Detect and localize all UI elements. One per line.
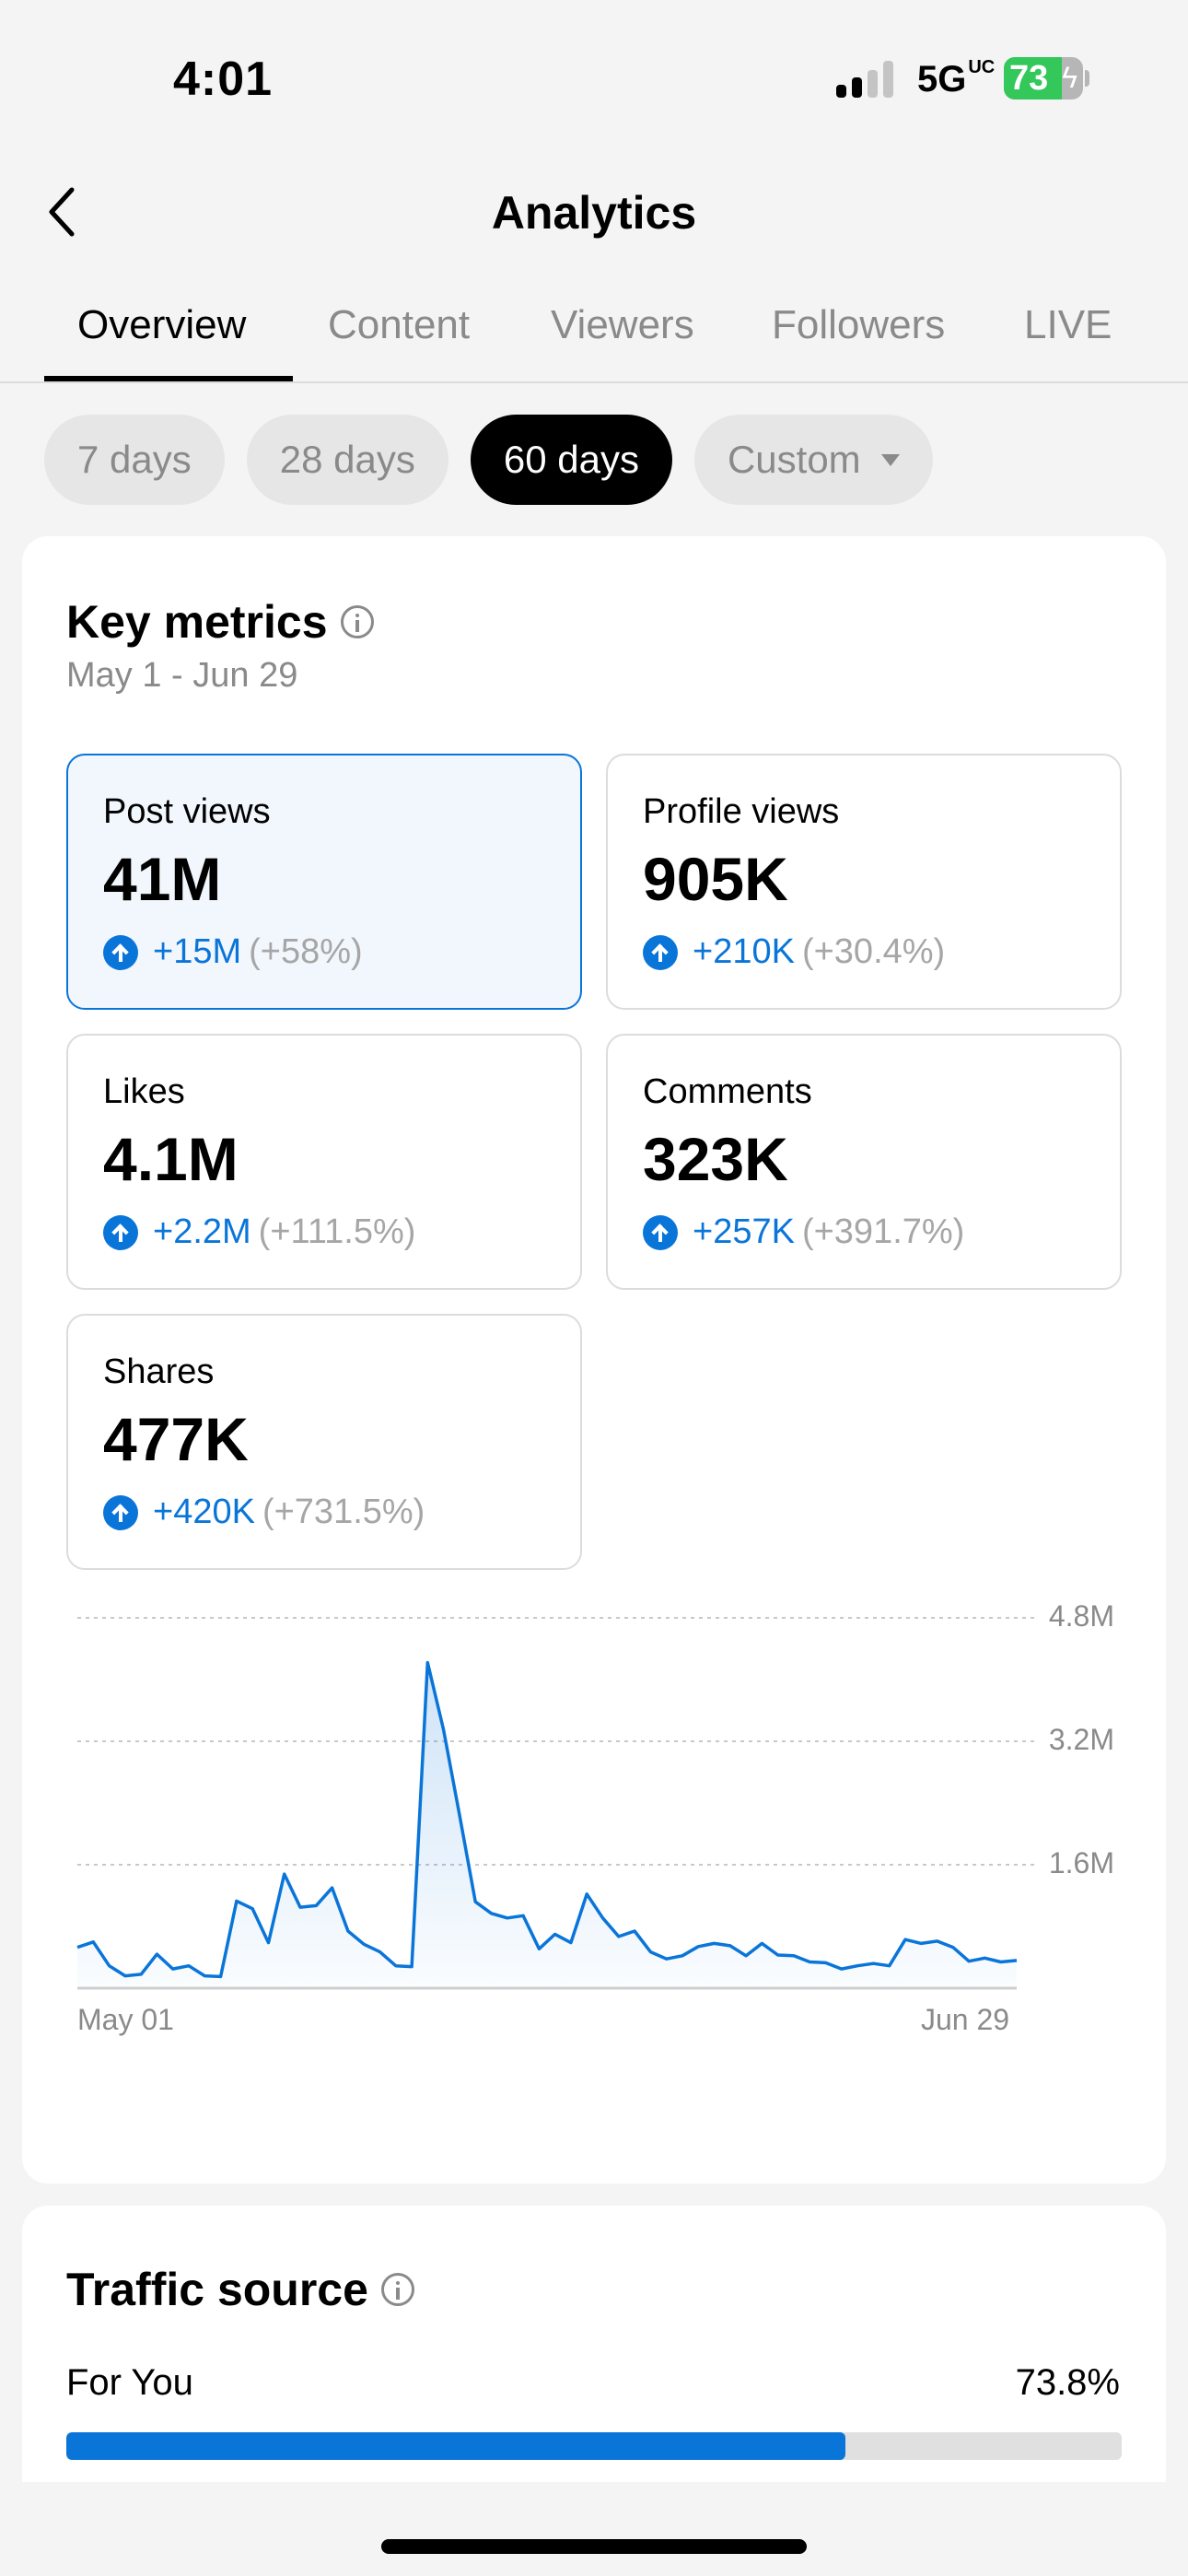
- tab-bar: Overview Content Viewers Followers LIVE: [0, 295, 1188, 383]
- arrow-up-circle-icon: [643, 934, 678, 970]
- home-indicator[interactable]: [381, 2539, 807, 2554]
- network-type: 5G UC: [917, 57, 996, 100]
- traffic-source-title: Traffic source: [66, 2264, 368, 2315]
- delta-percent: (+111.5%): [258, 1212, 416, 1251]
- tab-content[interactable]: Content: [328, 302, 470, 348]
- chip-label: 7 days: [77, 438, 192, 481]
- traffic-row-label: For You: [66, 2362, 193, 2403]
- delta-percent: (+58%): [249, 932, 363, 971]
- key-metrics-card: Key metrics May 1 - Jun 29 Post views 41…: [22, 536, 1166, 2184]
- battery-nub: [1085, 70, 1089, 87]
- battery-icon: 73 ϟ: [1004, 57, 1083, 100]
- traffic-source-heading: Traffic source: [66, 2263, 414, 2316]
- delta-percent: (+30.4%): [801, 932, 946, 971]
- metric-delta: +2.2M (+111.5%): [103, 1212, 415, 1252]
- metric-delta: +210K (+30.4%): [643, 932, 945, 972]
- info-icon[interactable]: [380, 2273, 414, 2306]
- traffic-progress-bar: [66, 2432, 1122, 2460]
- filter-60-days[interactable]: 60 days: [470, 415, 672, 505]
- traffic-source-card: Traffic source For You 73.8%: [22, 2206, 1166, 2482]
- arrow-up-circle-icon: [103, 934, 138, 970]
- active-tab-indicator: [44, 376, 293, 381]
- chip-label: 28 days: [279, 438, 415, 481]
- date-range-label: May 1 - Jun 29: [66, 656, 298, 695]
- metric-delta: +420K (+731.5%): [103, 1493, 425, 1532]
- page-title: Analytics: [491, 187, 697, 239]
- delta-absolute: +210K: [693, 932, 795, 971]
- metric-value: 477K: [103, 1405, 249, 1473]
- tab-live[interactable]: LIVE: [1024, 302, 1112, 348]
- key-metrics-title: Key metrics: [66, 596, 328, 648]
- arrow-up-circle-icon: [643, 1214, 678, 1250]
- metric-value: 41M: [103, 845, 222, 913]
- delta-absolute: +257K: [693, 1212, 795, 1251]
- status-time: 4:01: [173, 53, 274, 106]
- delta-absolute: +15M: [153, 932, 242, 971]
- metric-label: Comments: [643, 1072, 812, 1111]
- delta-absolute: +2.2M: [153, 1212, 251, 1251]
- tab-overview[interactable]: Overview: [77, 302, 246, 348]
- delta-percent: (+731.5%): [262, 1493, 425, 1531]
- metric-shares[interactable]: Shares 477K +420K (+731.5%): [66, 1314, 582, 1570]
- metric-profile-views[interactable]: Profile views 905K +210K (+30.4%): [606, 754, 1122, 1010]
- delta-absolute: +420K: [153, 1493, 255, 1531]
- chip-label: 60 days: [503, 438, 639, 481]
- x-tick-label: May 01: [77, 2003, 174, 2036]
- traffic-row-value: 73.8%: [1015, 2362, 1120, 2403]
- nav-bar: Analytics: [0, 166, 1188, 258]
- y-tick-label: 1.6M: [1048, 1846, 1114, 1879]
- traffic-progress-fill: [66, 2432, 845, 2460]
- metric-label: Profile views: [643, 792, 840, 831]
- y-tick-label: 3.2M: [1048, 1723, 1114, 1756]
- cellular-signal-icon: [836, 61, 895, 98]
- key-metrics-heading: Key metrics: [66, 595, 374, 649]
- arrow-up-circle-icon: [103, 1214, 138, 1250]
- info-icon[interactable]: [340, 605, 374, 638]
- tab-followers[interactable]: Followers: [772, 302, 945, 348]
- post-views-chart: 1.6M 3.2M 4.8M May 01 Jun 29: [22, 1587, 1166, 2036]
- metric-value: 323K: [643, 1125, 788, 1193]
- caret-down-icon: [880, 453, 900, 466]
- metric-post-views[interactable]: Post views 41M +15M (+58%): [66, 754, 582, 1010]
- filter-7-days[interactable]: 7 days: [44, 415, 225, 505]
- charging-bolt-icon: ϟ: [1062, 61, 1077, 94]
- status-bar: 4:01 5G UC 73 ϟ: [0, 0, 1188, 147]
- battery-percent: 73: [1009, 59, 1049, 98]
- chart-canvas: [76, 1617, 1035, 1990]
- metric-likes[interactable]: Likes 4.1M +2.2M (+111.5%): [66, 1034, 582, 1290]
- y-tick-label: 4.8M: [1048, 1599, 1114, 1633]
- x-tick-label: Jun 29: [921, 2003, 1010, 2036]
- chip-label: Custom: [727, 438, 861, 481]
- metric-value: 905K: [643, 845, 788, 913]
- metric-value: 4.1M: [103, 1125, 239, 1193]
- metric-label: Likes: [103, 1072, 185, 1111]
- filter-custom-dropdown[interactable]: Custom: [693, 415, 933, 505]
- metric-comments[interactable]: Comments 323K +257K (+391.7%): [606, 1034, 1122, 1290]
- metric-delta: +15M (+58%): [103, 932, 363, 972]
- metric-label: Post views: [103, 792, 271, 831]
- filter-28-days[interactable]: 28 days: [246, 415, 448, 505]
- date-range-filter: 7 days 28 days 60 days Custom: [44, 415, 933, 505]
- metric-delta: +257K (+391.7%): [643, 1212, 964, 1252]
- tab-viewers[interactable]: Viewers: [551, 302, 694, 348]
- metric-label: Shares: [103, 1352, 215, 1391]
- delta-percent: (+391.7%): [801, 1212, 965, 1251]
- series-line: [76, 1660, 1018, 1979]
- arrow-up-circle-icon: [103, 1494, 138, 1530]
